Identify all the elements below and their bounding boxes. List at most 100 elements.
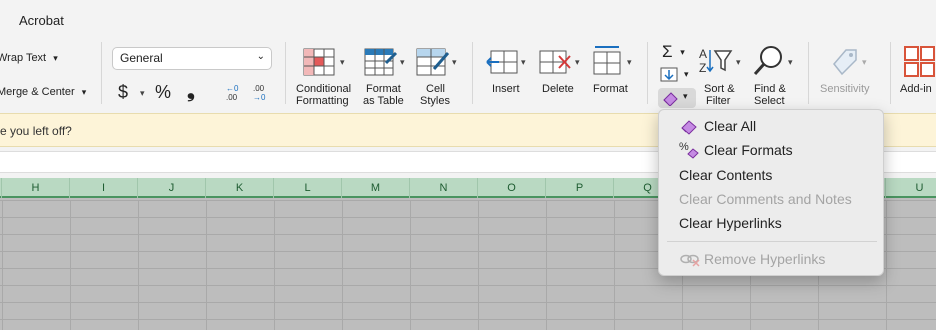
chevron-down-icon[interactable]: ▾ xyxy=(521,57,526,68)
delete-cells-button[interactable] xyxy=(539,48,573,79)
ribbon-tab-title[interactable]: Acrobat xyxy=(19,13,64,28)
format-label: Format xyxy=(593,83,628,95)
format-cells-button[interactable] xyxy=(591,44,625,79)
chevron-down-icon[interactable]: ▾ xyxy=(575,57,580,68)
ribbon-divider xyxy=(808,42,809,104)
svg-text:%: % xyxy=(679,141,689,153)
gridline xyxy=(274,200,275,330)
find-select-label-2: Select xyxy=(754,95,785,107)
column-header-o[interactable]: O xyxy=(478,178,546,198)
sort-filter-button[interactable]: AZ xyxy=(698,46,734,79)
column-header-i[interactable]: I xyxy=(70,178,138,198)
ribbon: Acrobat Wrap Text ▾ Merge & Center ▾ Gen… xyxy=(0,0,936,113)
column-header-m[interactable]: M xyxy=(342,178,410,198)
addins-grid-icon xyxy=(904,46,935,77)
fill-button[interactable]: ▾ xyxy=(660,67,689,86)
sensitivity-tag-icon xyxy=(833,49,857,76)
autosum-button[interactable]: Σ ▾ xyxy=(662,42,685,62)
gridline xyxy=(206,200,207,330)
addins-label: Add-in xyxy=(900,83,932,95)
conditional-formatting-label-2: Formatting xyxy=(296,95,349,107)
gridline xyxy=(2,200,3,330)
chevron-down-icon[interactable]: ▾ xyxy=(452,57,457,68)
chevron-down-icon: ▾ xyxy=(683,91,688,101)
chevron-down-icon: ▾ xyxy=(684,69,689,79)
find-select-label-1: Find & xyxy=(754,83,786,95)
find-select-button[interactable] xyxy=(752,44,786,81)
comma-icon: ❟ xyxy=(187,80,195,102)
gridline xyxy=(478,200,479,330)
cell-styles-icon xyxy=(416,48,450,76)
resume-banner-text: e you left off? xyxy=(0,124,72,138)
clear-dropdown-menu: Clear All % Clear Formats Clear Contents… xyxy=(658,109,884,276)
select-arrows-icon: ⌄ xyxy=(256,51,265,62)
delete-label: Delete xyxy=(542,83,574,95)
sort-filter-label-1: Sort & xyxy=(704,83,735,95)
chevron-down-icon[interactable]: ▾ xyxy=(788,57,793,68)
column-header-j[interactable]: J xyxy=(138,178,206,198)
menu-item-clear-formats[interactable]: % Clear Formats xyxy=(659,138,885,162)
column-header-n[interactable]: N xyxy=(410,178,478,198)
gridline xyxy=(410,200,411,330)
column-header-l[interactable]: L xyxy=(274,178,342,198)
eraser-icon xyxy=(681,120,697,135)
chevron-down-icon: ▾ xyxy=(53,53,58,63)
conditional-formatting-icon xyxy=(303,48,335,76)
menu-item-clear-all[interactable]: Clear All xyxy=(659,114,885,138)
cell-styles-button[interactable] xyxy=(416,47,450,80)
column-header-k[interactable]: K xyxy=(206,178,274,198)
svg-text:←0: ←0 xyxy=(226,84,239,93)
ribbon-divider xyxy=(647,42,648,104)
currency-icon: $ xyxy=(118,82,129,102)
menu-item-clear-contents[interactable]: Clear Contents xyxy=(659,163,885,187)
ribbon-divider xyxy=(285,42,286,104)
chevron-down-icon[interactable]: ▾ xyxy=(736,57,741,68)
wrap-text-label: Wrap Text xyxy=(0,52,47,64)
chevron-down-icon[interactable]: ▾ xyxy=(140,88,145,99)
clear-button[interactable]: ▾ xyxy=(658,88,696,108)
menu-item-clear-comments-notes: Clear Comments and Notes xyxy=(659,187,885,211)
svg-text:.00: .00 xyxy=(226,93,238,102)
currency-button[interactable]: $ xyxy=(118,82,128,103)
delete-cells-icon xyxy=(539,50,571,74)
ribbon-divider xyxy=(101,42,102,104)
percent-icon: % xyxy=(155,82,172,102)
menu-item-label: Clear Contents xyxy=(679,167,773,183)
merge-center-button[interactable]: Merge & Center ▾ xyxy=(0,86,86,98)
addins-button[interactable] xyxy=(904,46,936,81)
column-header-p[interactable]: P xyxy=(546,178,614,198)
chevron-down-icon: ▾ xyxy=(81,87,87,97)
format-as-table-button[interactable] xyxy=(364,47,398,80)
insert-cells-button[interactable] xyxy=(485,48,519,79)
gridline xyxy=(546,200,547,330)
menu-item-remove-hyperlinks: Remove Hyperlinks xyxy=(659,247,885,271)
gridline xyxy=(70,200,71,330)
menu-item-label: Clear Comments and Notes xyxy=(679,191,852,207)
sensitivity-button[interactable] xyxy=(830,46,860,79)
chevron-down-icon[interactable]: ▾ xyxy=(340,57,345,68)
chevron-down-icon[interactable]: ▾ xyxy=(627,57,632,68)
increase-decimal-icon: ←0.00 xyxy=(226,84,239,102)
column-header-h[interactable]: H xyxy=(2,178,70,198)
sensitivity-label: Sensitivity xyxy=(820,83,870,95)
chevron-down-icon[interactable]: ▾ xyxy=(400,57,405,68)
number-format-select[interactable]: General ⌄ xyxy=(112,47,272,70)
decrease-decimal-icon: .00→0 xyxy=(253,84,266,102)
column-header-u[interactable]: U xyxy=(886,178,936,198)
remove-link-icon xyxy=(680,254,700,267)
comma-style-button[interactable]: ❟ xyxy=(187,80,195,103)
decrease-decimal-button[interactable]: .00 →0 xyxy=(250,82,272,105)
wrap-text-button[interactable]: Wrap Text ▾ xyxy=(0,52,58,64)
menu-item-clear-hyperlinks[interactable]: Clear Hyperlinks xyxy=(659,211,885,235)
percent-button[interactable]: % xyxy=(155,82,171,103)
increase-decimal-button[interactable]: ←0.00 xyxy=(223,82,245,105)
svg-text:→0: →0 xyxy=(253,93,266,102)
svg-text:A: A xyxy=(699,47,707,61)
conditional-formatting-button[interactable] xyxy=(303,47,337,80)
insert-label: Insert xyxy=(492,83,520,95)
format-as-table-icon xyxy=(364,48,398,76)
sort-filter-icon: AZ xyxy=(699,47,733,75)
sigma-icon: Σ xyxy=(662,42,673,61)
gridline xyxy=(886,200,887,330)
number-format-value: General xyxy=(120,51,163,65)
